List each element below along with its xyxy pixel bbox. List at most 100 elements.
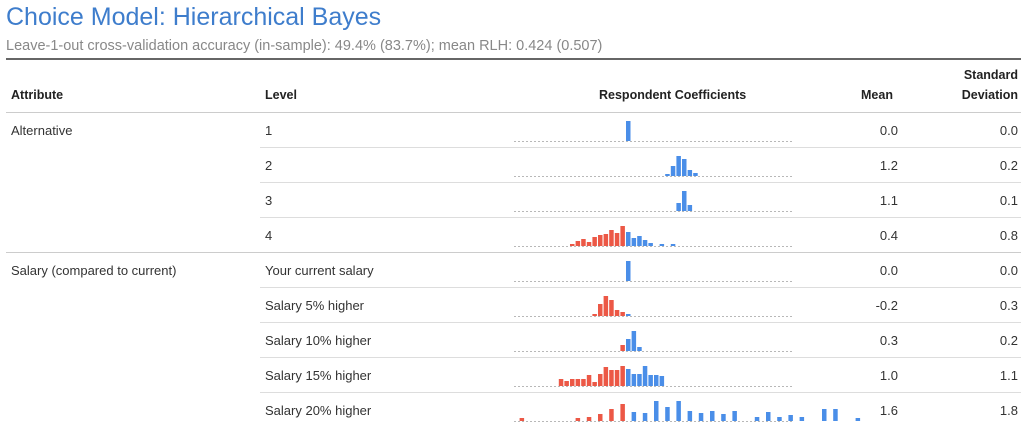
histogram-bar	[581, 239, 586, 246]
attribute-cell: Alternative	[11, 123, 73, 138]
mean-cell: -0.2	[875, 298, 898, 313]
row-divider	[6, 252, 1021, 253]
histogram-bar	[642, 366, 648, 386]
page-subtitle: Leave-1-out cross-validation accuracy (i…	[6, 38, 603, 54]
histogram-bar	[687, 170, 693, 176]
histogram-bar	[665, 407, 670, 421]
histogram-bar	[788, 415, 793, 421]
histogram-bar	[598, 374, 603, 386]
histogram-bar	[648, 243, 653, 246]
histogram-bar	[659, 376, 665, 386]
attribute-cell: Salary (compared to current)	[11, 263, 177, 278]
mean-cell: 0.0	[879, 123, 898, 138]
histogram-bar	[598, 235, 603, 246]
histogram-bar	[631, 238, 637, 246]
histogram-bar	[592, 382, 597, 386]
page-title: Choice Model: Hierarchical Bayes	[6, 3, 382, 31]
level-cell: Salary 15% higher	[265, 368, 372, 383]
histogram-bar	[642, 240, 648, 246]
histogram-bar	[670, 244, 676, 246]
histogram-bar	[822, 409, 827, 421]
coefficient-histogram	[514, 261, 794, 282]
sd-cell: 0.1	[999, 193, 1018, 208]
mean-cell: 0.3	[879, 333, 898, 348]
histogram-bar	[575, 379, 581, 386]
histogram-bar	[626, 339, 631, 351]
histogram-bar	[626, 232, 631, 246]
histogram-bar	[676, 203, 681, 211]
histogram-bar	[586, 417, 592, 421]
mean-cell: 1.1	[879, 193, 898, 208]
histogram-bar	[586, 375, 592, 386]
histogram-bar	[676, 156, 681, 176]
level-cell: Salary 20% higher	[265, 403, 372, 418]
histogram-bar	[609, 300, 614, 316]
histogram-bar	[799, 417, 805, 421]
histogram-bar	[777, 417, 782, 421]
level-cell: Your current salary	[265, 263, 374, 278]
histogram-bar	[620, 312, 625, 316]
row-divider	[260, 147, 1021, 148]
coefficient-histogram	[514, 331, 794, 352]
sd-cell: 0.8	[999, 228, 1018, 243]
header-mean: Mean	[861, 88, 893, 102]
histogram-bar	[626, 369, 631, 386]
histogram-bar	[614, 310, 620, 316]
histogram-bar	[609, 230, 614, 246]
histogram-bar	[564, 381, 569, 386]
histogram-bar	[620, 366, 625, 386]
mean-cell: 0.4	[879, 228, 898, 243]
histogram-bar	[586, 242, 592, 246]
histogram-bar	[570, 244, 575, 246]
histogram-bar	[609, 409, 614, 421]
row-divider	[260, 182, 1021, 183]
level-cell: Salary 5% higher	[265, 298, 364, 313]
level-cell: Salary 10% higher	[265, 333, 372, 348]
histogram-bar	[603, 296, 609, 316]
histogram-bar	[614, 370, 620, 386]
histogram-bar	[648, 375, 653, 386]
histogram-bar	[754, 417, 760, 421]
sd-cell: 0.2	[999, 333, 1018, 348]
row-divider	[260, 217, 1021, 218]
header-deviation: Deviation	[961, 88, 1018, 102]
histogram-bar	[626, 261, 631, 281]
histogram-bar	[581, 379, 586, 386]
histogram-bar	[693, 173, 698, 176]
histogram-bar	[603, 367, 609, 386]
level-cell: 4	[265, 228, 273, 243]
mean-cell: 1.2	[879, 158, 898, 173]
histogram-bar	[570, 379, 575, 386]
histogram-bar	[631, 374, 637, 386]
histogram-bar	[659, 244, 665, 246]
level-cell: 3	[265, 193, 273, 208]
header-standard: Standard	[963, 68, 1018, 82]
histogram-bar	[642, 413, 648, 421]
histogram-bar	[598, 414, 603, 421]
histogram-bar	[676, 401, 681, 421]
histogram-bar	[603, 234, 609, 246]
level-cell: 2	[265, 158, 273, 173]
histogram-bar	[665, 174, 670, 176]
coefficient-histogram	[514, 366, 794, 387]
histogram-bar	[637, 236, 642, 246]
row-divider	[260, 322, 1021, 323]
mean-cell: 1.0	[879, 368, 898, 383]
coefficient-histogram	[514, 401, 861, 422]
coefficient-histogram	[514, 121, 794, 142]
histogram-bar	[620, 404, 625, 421]
coefficient-histogram	[514, 156, 794, 177]
histogram-bar	[558, 379, 564, 386]
level-cell: 1	[265, 123, 273, 138]
header-attribute: Attribute	[11, 88, 64, 102]
header-respondent-coefficients: Respondent Coefficients	[599, 88, 747, 102]
histogram-bar	[592, 237, 597, 246]
histogram-bar	[614, 233, 620, 246]
sd-cell: 1.1	[999, 368, 1018, 383]
histogram-bar	[670, 166, 676, 176]
sd-cell: 0.0	[999, 263, 1018, 278]
histogram-bar	[654, 401, 659, 421]
coefficient-histogram	[514, 191, 794, 212]
histogram-bar	[710, 411, 715, 421]
histogram-bar	[855, 418, 861, 421]
